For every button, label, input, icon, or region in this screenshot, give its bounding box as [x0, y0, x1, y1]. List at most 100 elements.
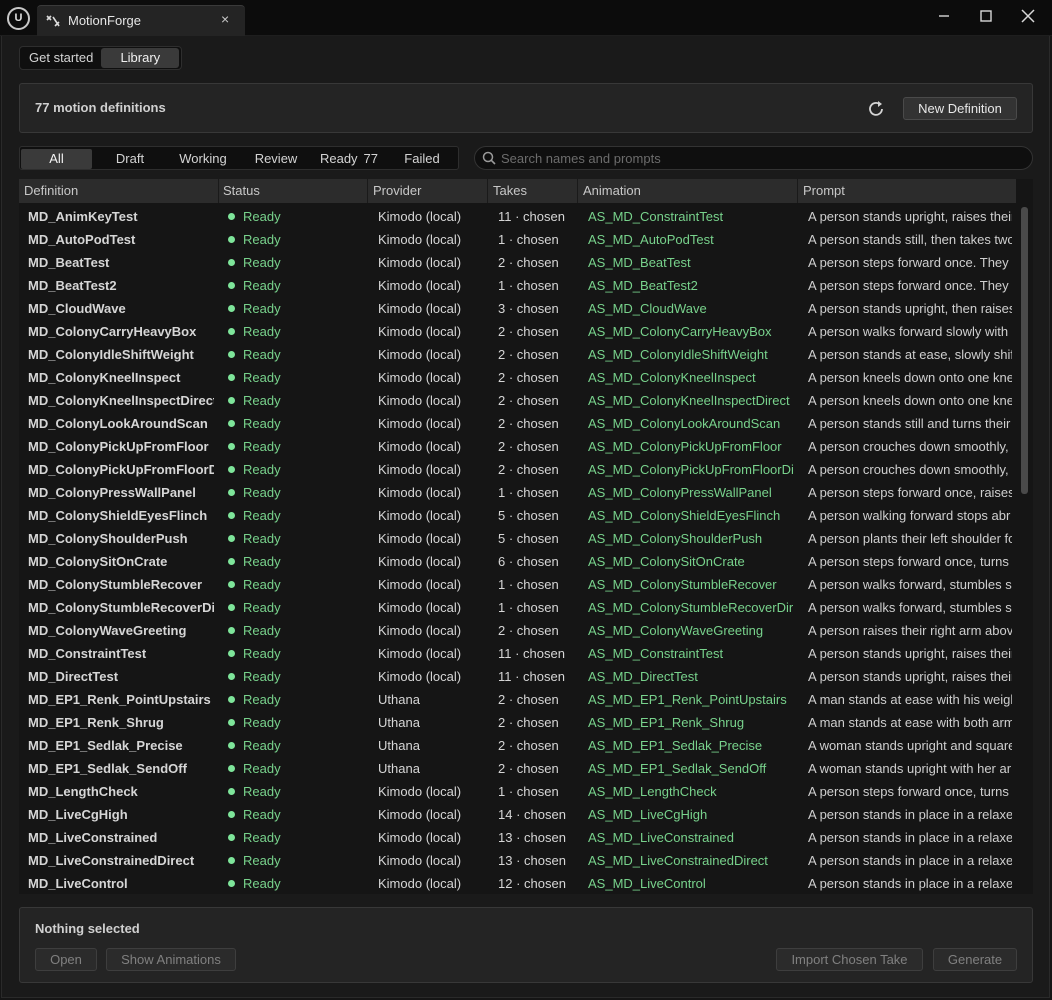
table-row[interactable]: MD_BeatTest Ready Kimodo (local) 2 · chosen…: [19, 251, 1016, 274]
table-row[interactable]: MD_EP1_Renk_PointUpstairs Ready Uthana 2 · …: [19, 688, 1016, 711]
app-logo-icon[interactable]: U: [7, 7, 30, 30]
table-row[interactable]: MD_AutoPodTest Ready Kimodo (local) 1 · cho…: [19, 228, 1016, 251]
col-definition[interactable]: Definition: [19, 179, 219, 203]
cell-animation[interactable]: AS_MD_EP1_Renk_PointUpstairs: [588, 688, 793, 711]
table-row[interactable]: MD_CloudWave Ready Kimodo (local) 3 · chose…: [19, 297, 1016, 320]
table-row[interactable]: MD_ColonyPressWallPanel Ready Kimodo (loca…: [19, 481, 1016, 504]
filter-working[interactable]: Working: [168, 149, 238, 169]
filter-ready[interactable]: Ready 77: [314, 149, 384, 169]
cell-animation[interactable]: AS_MD_ColonyStumbleRecover: [588, 573, 793, 596]
cell-animation[interactable]: AS_MD_AutoPodTest: [588, 228, 793, 251]
cell-animation[interactable]: AS_MD_ColonyCarryHeavyBox: [588, 320, 793, 343]
cell-takes: 11 · chosen: [498, 646, 565, 661]
filter-all[interactable]: All: [21, 149, 92, 169]
table-row[interactable]: MD_ColonyPickUpFromFloorDire Ready Kimodo …: [19, 458, 1016, 481]
cell-animation[interactable]: AS_MD_ColonyStumbleRecoverDire: [588, 596, 793, 619]
refresh-icon[interactable]: [865, 98, 887, 120]
status-label: Ready: [243, 807, 281, 822]
table-row[interactable]: MD_ColonyWaveGreeting Ready Kimodo (local)…: [19, 619, 1016, 642]
cell-animation[interactable]: AS_MD_DirectTest: [588, 665, 793, 688]
cell-animation[interactable]: AS_MD_EP1_Renk_Shrug: [588, 711, 793, 734]
document-tab[interactable]: MotionForge ×: [37, 5, 245, 36]
window-close-button[interactable]: [1013, 3, 1043, 29]
col-animation[interactable]: Animation: [578, 179, 798, 203]
cell-animation[interactable]: AS_MD_EP1_Sedlak_SendOff: [588, 757, 793, 780]
cell-animation[interactable]: AS_MD_BeatTest: [588, 251, 793, 274]
cell-animation[interactable]: AS_MD_ColonyKneelInspectDirect: [588, 389, 793, 412]
cell-takes: 2 · chosen: [498, 692, 559, 707]
col-takes[interactable]: Takes: [488, 179, 578, 203]
cell-definition: MD_LengthCheck: [28, 784, 138, 799]
cell-animation[interactable]: AS_MD_LiveConstrained: [588, 826, 793, 849]
table-row[interactable]: MD_LiveCgHigh Ready Kimodo (local) 14 · cho…: [19, 803, 1016, 826]
table-row[interactable]: MD_ColonyShoulderPush Ready Kimodo (local)…: [19, 527, 1016, 550]
cell-animation[interactable]: AS_MD_BeatTest2: [588, 274, 793, 297]
search-input[interactable]: [501, 149, 1021, 167]
cell-animation[interactable]: AS_MD_ColonyPickUpFromFloorDir: [588, 458, 793, 481]
filter-draft[interactable]: Draft: [95, 149, 165, 169]
table-row[interactable]: MD_EP1_Sedlak_Precise Ready Uthana 2 · chos…: [19, 734, 1016, 757]
new-definition-button[interactable]: New Definition: [903, 97, 1017, 120]
status-dot-icon: [228, 673, 235, 680]
cell-animation[interactable]: AS_MD_LengthCheck: [588, 780, 793, 803]
cell-animation[interactable]: AS_MD_ColonyPickUpFromFloor: [588, 435, 793, 458]
cell-animation[interactable]: AS_MD_ColonyLookAroundScan: [588, 412, 793, 435]
cell-takes: 1 · chosen: [498, 600, 559, 615]
cell-animation[interactable]: AS_MD_ColonyIdleShiftWeight: [588, 343, 793, 366]
generate-button[interactable]: Generate: [933, 948, 1017, 971]
col-prompt[interactable]: Prompt: [798, 179, 1016, 203]
status-label: Ready: [243, 347, 281, 362]
cell-animation[interactable]: AS_MD_ColonySitOnCrate: [588, 550, 793, 573]
status-dot-icon: [228, 535, 235, 542]
filter-failed[interactable]: Failed: [387, 149, 457, 169]
cell-animation[interactable]: AS_MD_EP1_Sedlak_Precise: [588, 734, 793, 757]
table-row[interactable]: MD_BeatTest2 Ready Kimodo (local) 1 · chose…: [19, 274, 1016, 297]
cell-animation[interactable]: AS_MD_LiveConstrainedDirect: [588, 849, 793, 872]
table-row[interactable]: MD_ColonyKneelInspectDirect Ready Kimodo (…: [19, 389, 1016, 412]
table-row[interactable]: MD_ColonyShieldEyesFlinch Ready Kimodo (lo…: [19, 504, 1016, 527]
tab-close-icon[interactable]: ×: [221, 11, 229, 27]
open-button[interactable]: Open: [35, 948, 97, 971]
cell-animation[interactable]: AS_MD_LiveCgHigh: [588, 803, 793, 826]
table-row[interactable]: MD_ColonyCarryHeavyBox Ready Kimodo (local…: [19, 320, 1016, 343]
table-row[interactable]: MD_ColonyIdleShiftWeight Ready Kimodo (loc…: [19, 343, 1016, 366]
cell-animation[interactable]: AS_MD_CloudWave: [588, 297, 793, 320]
import-chosen-take-button[interactable]: Import Chosen Take: [776, 948, 923, 971]
cell-animation[interactable]: AS_MD_ColonyPressWallPanel: [588, 481, 793, 504]
filter-review[interactable]: Review: [241, 149, 311, 169]
cell-animation[interactable]: AS_MD_ColonyShieldEyesFlinch: [588, 504, 793, 527]
cell-status: Ready: [228, 366, 368, 389]
show-animations-button[interactable]: Show Animations: [106, 948, 236, 971]
table-row[interactable]: MD_ColonyPickUpFromFloor Ready Kimodo (loc…: [19, 435, 1016, 458]
cell-animation[interactable]: AS_MD_ConstraintTest: [588, 205, 793, 228]
maximize-button[interactable]: [971, 3, 1001, 29]
table-row[interactable]: MD_ColonySitOnCrate Ready Kimodo (local) 6 …: [19, 550, 1016, 573]
tab-get-started[interactable]: Get started: [21, 48, 101, 68]
col-status[interactable]: Status: [218, 179, 368, 203]
cell-definition: MD_ColonyKneelInspect: [28, 370, 181, 385]
col-provider[interactable]: Provider: [368, 179, 488, 203]
tab-library[interactable]: Library: [101, 48, 180, 68]
minimize-button[interactable]: [929, 3, 959, 29]
cell-animation[interactable]: AS_MD_ConstraintTest: [588, 642, 793, 665]
table-row[interactable]: MD_EP1_Sedlak_SendOff Ready Uthana 2 · chos…: [19, 757, 1016, 780]
table-row[interactable]: MD_EP1_Renk_Shrug Ready Uthana 2 · chosen AS…: [19, 711, 1016, 734]
table-row[interactable]: MD_LiveControl Ready Kimodo (local) 12 · ch…: [19, 872, 1016, 894]
table-row[interactable]: MD_ColonyStumbleRecover Ready Kimodo (loca…: [19, 573, 1016, 596]
table-scrollbar[interactable]: [1021, 207, 1028, 494]
table-row[interactable]: MD_LiveConstrainedDirect Ready Kimodo (loc…: [19, 849, 1016, 872]
cell-animation[interactable]: AS_MD_ColonyKneelInspect: [588, 366, 793, 389]
table-row[interactable]: MD_LengthCheck Ready Kimodo (local) 1 · cho…: [19, 780, 1016, 803]
cell-animation[interactable]: AS_MD_ColonyWaveGreeting: [588, 619, 793, 642]
table-row[interactable]: MD_ColonyStumbleRecoverDire Ready Kimodo (…: [19, 596, 1016, 619]
table-row[interactable]: MD_ColonyLookAroundScan Ready Kimodo (loca…: [19, 412, 1016, 435]
table-row[interactable]: MD_AnimKeyTest Ready Kimodo (local) 11 · ch…: [19, 205, 1016, 228]
table-row[interactable]: MD_ConstraintTest Ready Kimodo (local) 11 ·…: [19, 642, 1016, 665]
table-row[interactable]: MD_DirectTest Ready Kimodo (local) 11 · cho…: [19, 665, 1016, 688]
cell-animation[interactable]: AS_MD_ColonyShoulderPush: [588, 527, 793, 550]
cell-status: Ready: [228, 780, 368, 803]
table-row[interactable]: MD_ColonyKneelInspect Ready Kimodo (local)…: [19, 366, 1016, 389]
cell-animation[interactable]: AS_MD_LiveControl: [588, 872, 793, 894]
table-row[interactable]: MD_LiveConstrained Ready Kimodo (local) 13 …: [19, 826, 1016, 849]
cell-takes: 2 · chosen: [498, 324, 559, 339]
